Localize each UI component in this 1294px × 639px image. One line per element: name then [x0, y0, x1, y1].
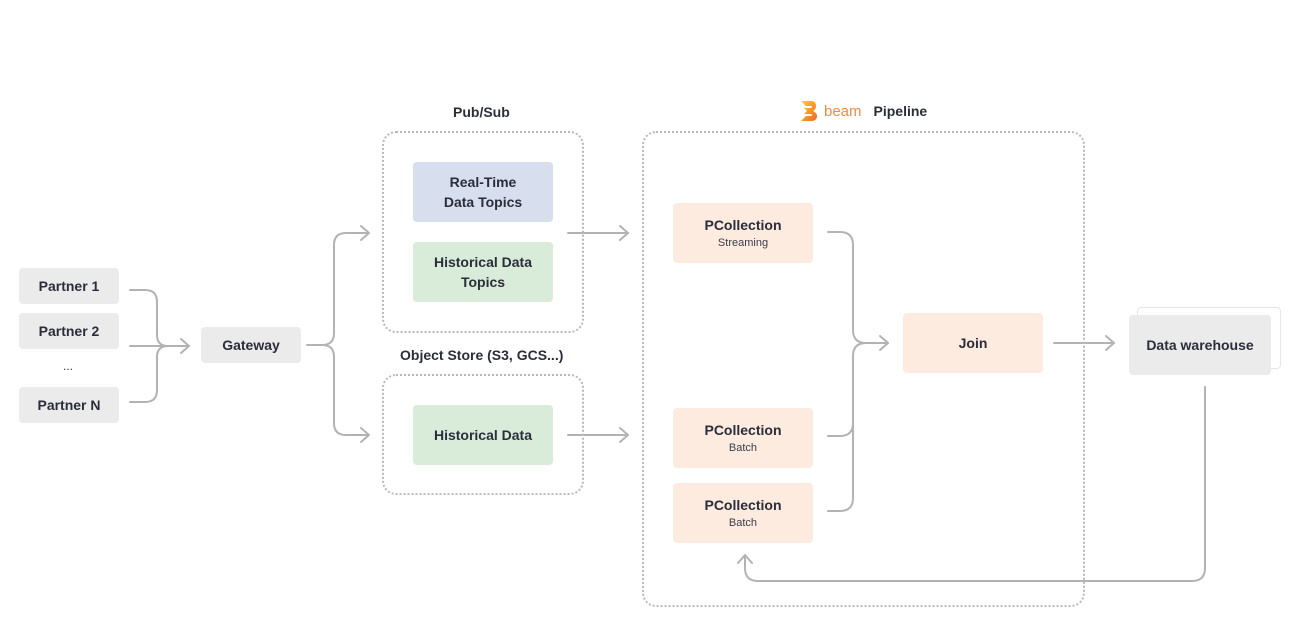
historical-topics-line1: Historical Data — [433, 254, 533, 270]
gateway-node[interactable]: Gateway — [201, 327, 301, 363]
gateway-label: Gateway — [222, 337, 280, 353]
pcollection-streaming-node[interactable]: PCollection Streaming — [673, 203, 813, 263]
partner-n-label: Partner N — [37, 397, 101, 413]
pcollection-streaming-label: PCollection — [704, 217, 782, 233]
pipeline-title: Pipeline — [873, 103, 928, 119]
pipeline-header: beam Pipeline — [800, 100, 927, 122]
pcollection-batch-1-sub: Batch — [728, 442, 758, 454]
partner-2-node[interactable]: Partner 2 — [19, 313, 119, 349]
partner-1-label: Partner 1 — [38, 278, 100, 294]
partners-ellipsis: ... — [63, 359, 74, 373]
realtime-topics-line1: Real-Time — [449, 174, 517, 190]
warehouse-label: Data warehouse — [1146, 337, 1254, 353]
pubsub-title: Pub/Sub — [453, 104, 510, 120]
warehouse-node[interactable]: Data warehouse — [1129, 315, 1271, 375]
join-label: Join — [958, 335, 988, 351]
pcollection-streaming-sub: Streaming — [717, 237, 769, 249]
pcollection-batch-2-node[interactable]: PCollection Batch — [673, 483, 813, 543]
connector-gateway-objectstore — [321, 344, 369, 436]
join-node[interactable]: Join — [903, 313, 1043, 373]
connector-partnerN-gateway — [129, 345, 169, 403]
historical-topics-line2: Topics — [460, 274, 506, 290]
pcollection-batch-2-sub: Batch — [728, 517, 758, 529]
partner-2-label: Partner 2 — [38, 323, 100, 339]
pcollection-batch-1-node[interactable]: PCollection Batch — [673, 408, 813, 468]
object-store-title: Object Store (S3, GCS...) — [400, 347, 564, 363]
pcollection-batch-2-label: PCollection — [704, 497, 782, 513]
partner-1-node[interactable]: Partner 1 — [19, 268, 119, 304]
historical-data-node[interactable]: Historical Data — [413, 405, 553, 465]
connector-partner1-gateway — [129, 289, 169, 347]
historical-data-label: Historical Data — [433, 427, 533, 443]
realtime-topics-node[interactable]: Real-Time Data Topics — [413, 162, 553, 222]
connector-gateway-pubsub — [306, 232, 369, 346]
pcollection-batch-1-label: PCollection — [704, 422, 782, 438]
beam-logo-icon — [801, 101, 817, 121]
realtime-topics-line2: Data Topics — [443, 194, 523, 210]
partner-n-node[interactable]: Partner N — [19, 387, 119, 423]
historical-topics-node[interactable]: Historical Data Topics — [413, 242, 553, 302]
beam-logo-text: beam — [824, 102, 862, 120]
